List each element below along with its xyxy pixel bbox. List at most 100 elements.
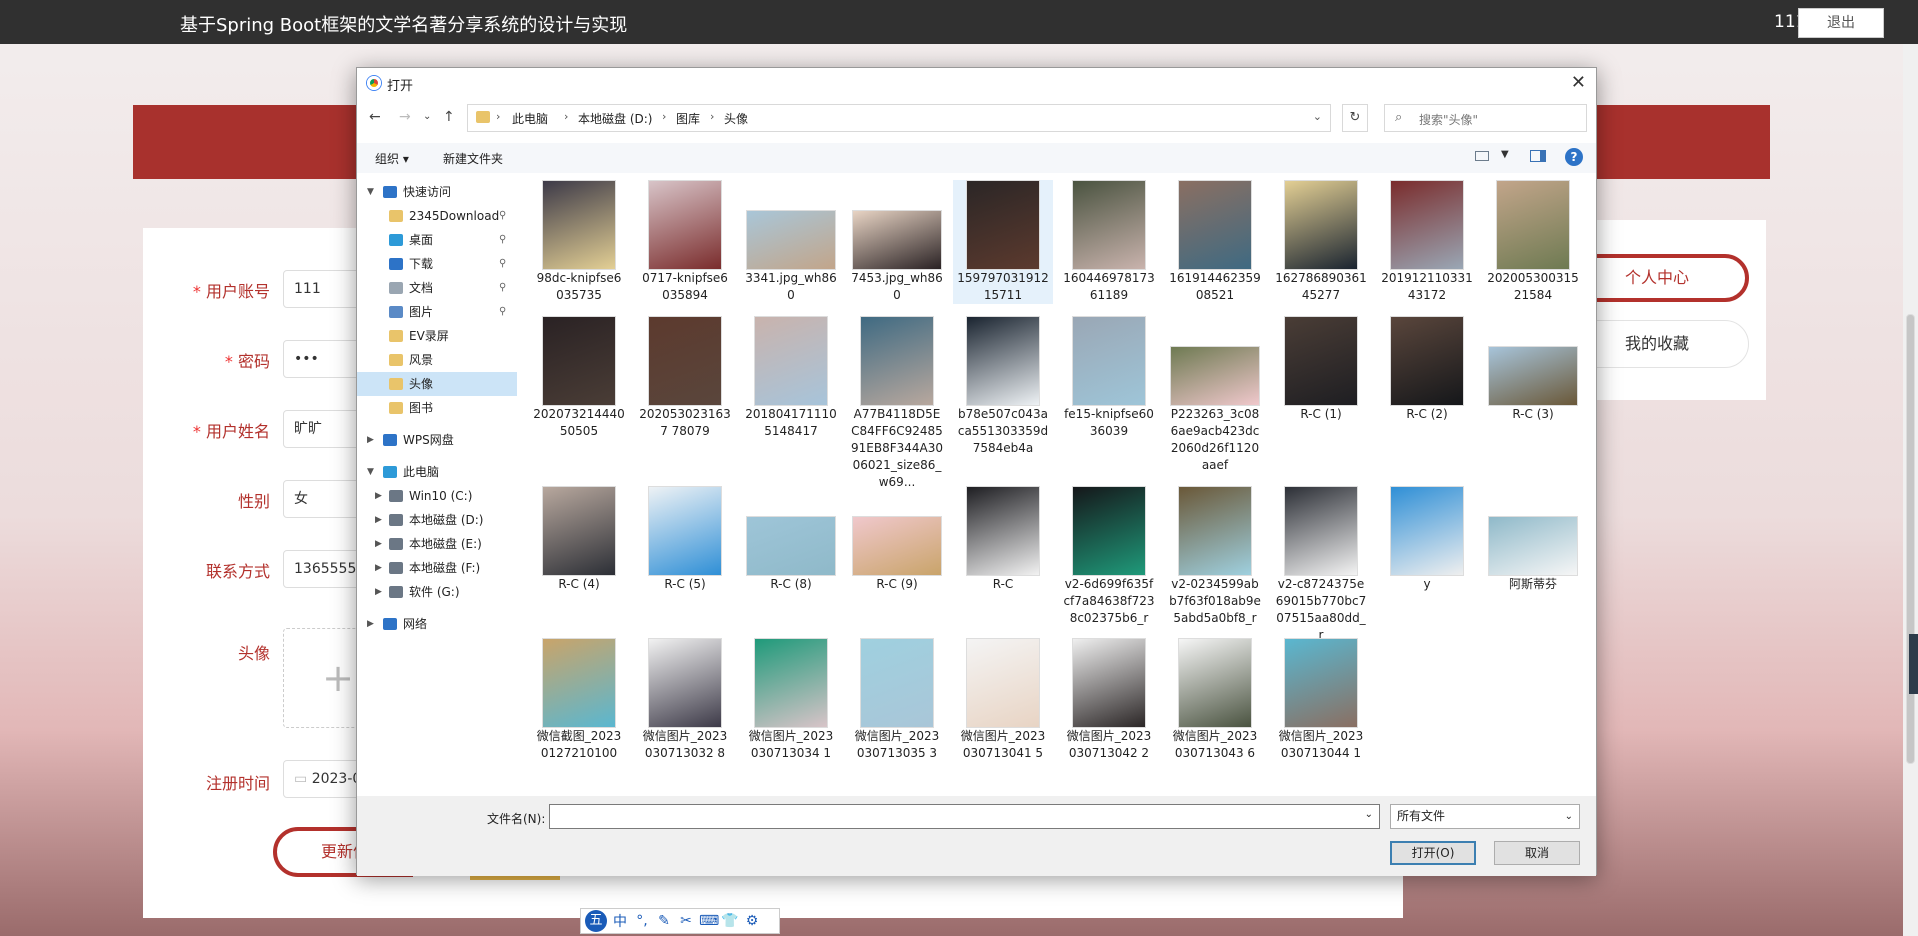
file-tile[interactable]: R-C (9) xyxy=(847,486,947,593)
file-tile[interactable]: 2020530231637 78079 xyxy=(635,316,735,440)
scrollbar-thumb[interactable] xyxy=(1906,314,1915,764)
nav-tree-item[interactable]: ▶ 软件 (G:) xyxy=(357,580,517,604)
chevron-down-icon[interactable]: ⌄ xyxy=(1365,809,1373,820)
organize-menu[interactable]: 组织 ▾ xyxy=(375,150,409,167)
breadcrumb-avatar[interactable]: 头像 xyxy=(724,110,748,127)
chevron-right-icon[interactable]: ▶ xyxy=(375,532,382,556)
chevron-right-icon[interactable]: ▶ xyxy=(367,612,374,636)
file-tile[interactable]: 微信图片_2023030713032 8 xyxy=(635,638,735,762)
forward-arrow-icon[interactable]: → xyxy=(399,109,411,125)
file-tile[interactable]: R-C (2) xyxy=(1377,316,1477,423)
chevron-right-icon[interactable]: ▶ xyxy=(375,508,382,532)
file-tile[interactable]: 微信图片_2023030713041 5 xyxy=(953,638,1053,762)
file-tile[interactable]: 16278689036145277 xyxy=(1271,180,1371,304)
up-arrow-icon[interactable]: ↑ xyxy=(443,109,455,125)
file-tile[interactable]: b78e507c043aca551303359d7584eb4a xyxy=(953,316,1053,457)
new-folder-button[interactable]: 新建文件夹 xyxy=(443,150,503,167)
file-tile[interactable]: 2018041711105148417 xyxy=(741,316,841,440)
file-tile[interactable]: R-C (4) xyxy=(529,486,629,593)
view-dropdown-icon[interactable]: ▼ xyxy=(1501,149,1509,160)
nav-tree-item[interactable]: ▶ Win10 (C:) xyxy=(357,484,517,508)
back-arrow-icon[interactable]: ← xyxy=(369,109,381,125)
file-tile[interactable]: 微信图片_2023030713035 3 xyxy=(847,638,947,762)
nav-tree-item[interactable]: ▼ 此电脑 xyxy=(357,460,517,484)
chevron-right-icon[interactable]: ▶ xyxy=(375,580,382,604)
file-tile[interactable]: 微信图片_2023030713044 1 xyxy=(1271,638,1371,762)
chevron-right-icon[interactable]: ▶ xyxy=(375,556,382,580)
filename-input[interactable]: ⌄ xyxy=(549,804,1380,829)
nav-tree-item[interactable]: ▶ 本地磁盘 (E:) xyxy=(357,532,517,556)
preview-pane-icon[interactable] xyxy=(1530,150,1546,162)
ime-chinese-icon[interactable]: 中 xyxy=(611,911,629,931)
search-input[interactable]: ⌕ 搜索"头像" xyxy=(1384,104,1587,132)
file-tile[interactable]: v2-c8724375e69015b770bc707515aa80dd_r xyxy=(1271,486,1371,644)
recent-dropdown-icon[interactable]: ⌄ xyxy=(423,111,431,122)
ime-settings-icon[interactable]: ⚙ xyxy=(743,913,761,929)
file-tile[interactable]: y xyxy=(1377,486,1477,593)
nav-tree-item[interactable]: EV录屏 xyxy=(357,324,517,348)
ime-punct-icon[interactable]: °, xyxy=(633,913,651,929)
file-tile[interactable]: R-C (5) xyxy=(635,486,735,593)
open-button[interactable]: 打开(O) xyxy=(1390,841,1476,865)
file-tile[interactable]: R-C (3) xyxy=(1483,316,1583,423)
file-tile[interactable]: 16044697817361189 xyxy=(1059,180,1159,304)
nav-tree-item[interactable]: 风景 xyxy=(357,348,517,372)
file-tile[interactable]: 0717-knipfse6035894 xyxy=(635,180,735,304)
cancel-button[interactable]: 取消 xyxy=(1494,841,1580,865)
ime-scissors-icon[interactable]: ✂ xyxy=(677,913,695,929)
file-tile[interactable]: 阿斯蒂芬 xyxy=(1483,486,1583,593)
file-tile[interactable]: v2-0234599abb7f63f018ab9e5abd5a0bf8_r xyxy=(1165,486,1265,627)
file-tile[interactable]: 20207321444050505 xyxy=(529,316,629,440)
chevron-right-icon[interactable]: ▶ xyxy=(375,484,382,508)
nav-tree-item[interactable]: 文档 ⚲ xyxy=(357,276,517,300)
file-tile[interactable]: 98dc-knipfse6035735 xyxy=(529,180,629,304)
ime-keyboard-icon[interactable]: ⌨ xyxy=(699,913,719,929)
nav-tree-item[interactable]: 图书 xyxy=(357,396,517,420)
file-tile[interactable]: 微信图片_2023030713034 1 xyxy=(741,638,841,762)
file-tile[interactable]: R-C (1) xyxy=(1271,316,1371,423)
file-tile[interactable]: 16191446235908521 xyxy=(1165,180,1265,304)
file-tile[interactable]: 20200530031521584 xyxy=(1483,180,1583,304)
file-tile[interactable]: 20191211033143172 xyxy=(1377,180,1477,304)
refresh-icon[interactable]: ↻ xyxy=(1342,104,1368,132)
page-scrollbar[interactable] xyxy=(1903,44,1918,936)
breadcrumb-gallery[interactable]: 图库 xyxy=(676,110,700,127)
file-tile[interactable]: 微信截图_20230127210100 xyxy=(529,638,629,762)
nav-tree-item[interactable]: ▶ 本地磁盘 (F:) xyxy=(357,556,517,580)
file-tile[interactable]: 7453.jpg_wh860 xyxy=(847,180,947,304)
chevron-right-icon[interactable]: ▶ xyxy=(367,428,374,452)
nav-tree-item[interactable]: 2345Download ⚲ xyxy=(357,204,517,228)
nav-tree-item[interactable]: 下载 ⚲ xyxy=(357,252,517,276)
file-tile[interactable]: P223263_3c086ae9acb423dc2060d26f1120aaef xyxy=(1165,316,1265,474)
file-tile[interactable]: fe15-knipfse6036039 xyxy=(1059,316,1159,440)
chevron-down-icon[interactable]: ▼ xyxy=(367,180,374,204)
chevron-down-icon[interactable]: ▼ xyxy=(367,460,374,484)
file-tile[interactable]: 微信图片_2023030713042 2 xyxy=(1059,638,1159,762)
nav-tree-item[interactable]: ▶ 网络 xyxy=(357,612,517,636)
nav-tree-item[interactable]: 桌面 ⚲ xyxy=(357,228,517,252)
file-tile[interactable]: 3341.jpg_wh860 xyxy=(741,180,841,304)
filetype-select[interactable]: 所有文件 ⌄ xyxy=(1390,804,1580,829)
file-tile[interactable]: 微信图片_2023030713043 6 xyxy=(1165,638,1265,762)
address-bar[interactable]: › 此电脑 › 本地磁盘 (D:) › 图库 › 头像 ⌄ xyxy=(467,104,1331,132)
nav-tree-item[interactable]: ▼ 快速访问 xyxy=(357,180,517,204)
file-tile[interactable]: R-C (8) xyxy=(741,486,841,593)
nav-tree-item[interactable]: ▶ 本地磁盘 (D:) xyxy=(357,508,517,532)
nav-tree-item[interactable]: ▶ WPS网盘 xyxy=(357,428,517,452)
ime-pen-icon[interactable]: ✎ xyxy=(655,913,673,929)
file-tile[interactable]: A77B4118D5EC84FF6C9248591EB8F344A3006021… xyxy=(847,316,947,491)
help-icon[interactable]: ? xyxy=(1565,148,1583,166)
file-tile[interactable]: R-C xyxy=(953,486,1053,593)
breadcrumb-drive-d[interactable]: 本地磁盘 (D:) xyxy=(578,110,652,127)
ime-skin-icon[interactable]: 👕 xyxy=(721,913,739,929)
view-icon[interactable] xyxy=(1475,151,1489,161)
chevron-down-icon[interactable]: ⌄ xyxy=(1313,110,1322,123)
close-icon[interactable]: ✕ xyxy=(1571,72,1586,93)
nav-tree-item[interactable]: 图片 ⚲ xyxy=(357,300,517,324)
file-tile[interactable]: 15979703191215711 xyxy=(953,180,1053,304)
logout-button[interactable]: 退出 xyxy=(1798,8,1884,38)
nav-tree-item[interactable]: 头像 xyxy=(357,372,517,396)
breadcrumb-this-pc[interactable]: 此电脑 xyxy=(512,110,548,127)
file-tile[interactable]: v2-6d699f635fcf7a84638f7238c02375b6_r xyxy=(1059,486,1159,627)
ime-logo-icon[interactable]: 五 xyxy=(585,910,607,932)
